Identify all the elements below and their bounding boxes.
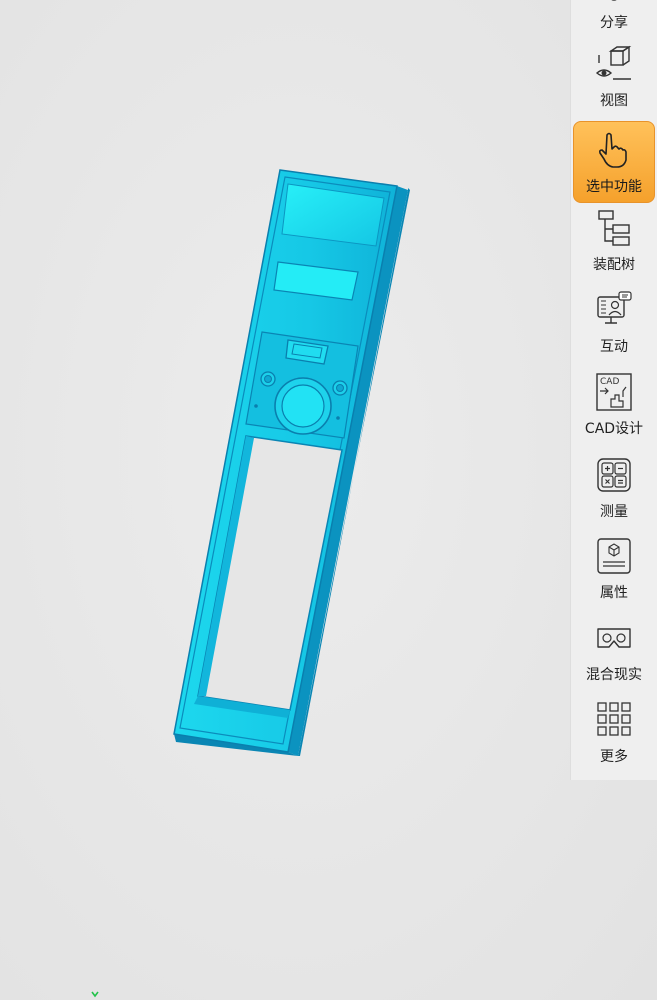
view-cube-icon xyxy=(592,42,636,86)
more-label: 更多 xyxy=(600,749,628,765)
select-function-button[interactable]: 选中功能 xyxy=(573,121,655,203)
mixed-reality-button[interactable]: 混合现实 xyxy=(573,610,655,690)
cad-design-button[interactable]: CAD CAD设计 xyxy=(573,364,655,444)
share-label: 分享 xyxy=(600,15,628,31)
select-function-label: 选中功能 xyxy=(586,179,642,195)
measure-icon xyxy=(592,453,636,497)
measure-button[interactable]: 测量 xyxy=(573,447,655,527)
share-icon xyxy=(592,0,636,8)
cad-design-label: CAD设计 xyxy=(584,421,644,437)
properties-label: 属性 xyxy=(600,585,628,601)
more-grid-icon xyxy=(592,698,636,742)
assembly-tree-button[interactable]: 装配树 xyxy=(573,200,655,280)
cad-model-front-panel[interactable] xyxy=(150,150,430,790)
more-button[interactable]: 更多 xyxy=(573,692,655,772)
properties-icon xyxy=(592,534,636,578)
mixed-reality-icon xyxy=(592,616,636,660)
assembly-tree-label: 装配树 xyxy=(593,257,635,273)
cad-icon-text: CAD xyxy=(600,377,619,387)
cad-design-icon: CAD xyxy=(592,370,636,414)
mixed-reality-label: 混合现实 xyxy=(586,667,642,683)
3d-viewport[interactable] xyxy=(0,0,657,1000)
interact-button[interactable]: 互动 xyxy=(573,282,655,362)
right-toolbar: 分享 视图 选中功能 装配树 互动 CAD CAD设计 测量 属性 混合现实 更… xyxy=(570,0,657,780)
select-hand-icon xyxy=(592,128,636,172)
assembly-tree-icon xyxy=(592,206,636,250)
axis-indicator-icon xyxy=(91,991,99,998)
share-button[interactable]: 分享 xyxy=(573,0,655,38)
interact-label: 互动 xyxy=(600,339,628,355)
properties-button[interactable]: 属性 xyxy=(573,528,655,608)
view-label: 视图 xyxy=(600,93,628,109)
measure-label: 测量 xyxy=(600,504,628,520)
view-button[interactable]: 视图 xyxy=(573,36,655,116)
interact-icon xyxy=(592,288,636,332)
